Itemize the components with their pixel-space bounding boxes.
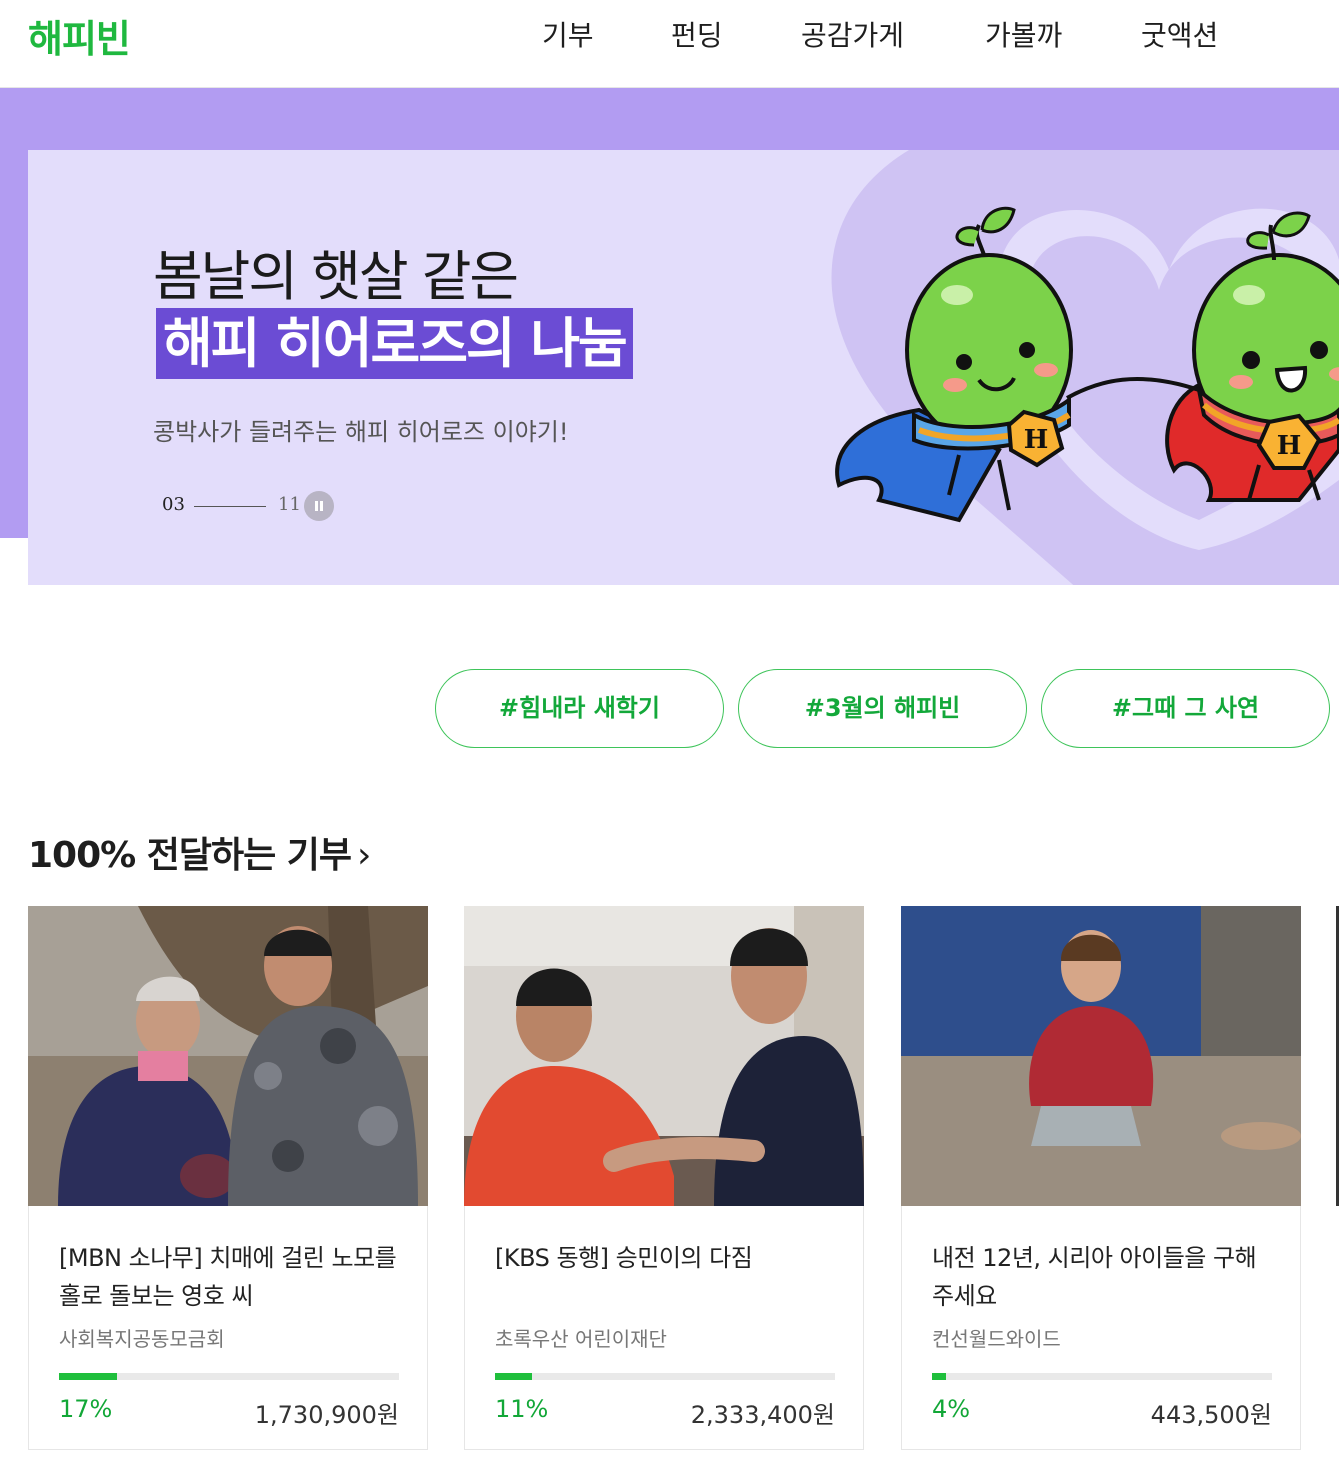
tag-button-march[interactable]: #3월의 해피빈 [738, 669, 1027, 748]
slide-current-number: 03 [162, 494, 185, 515]
card-percent: 17% [59, 1395, 113, 1423]
slide-progress-line [194, 506, 266, 507]
card-title: [KBS 동행] 승민이의 다짐 [495, 1244, 753, 1272]
progress-fill [932, 1373, 946, 1380]
slide-total-number: 11 [278, 494, 301, 515]
hero-title-line2: 해피 히어로즈의 나눔 [163, 312, 628, 375]
tag-button-new-semester[interactable]: #힘내라 새학기 [435, 669, 724, 748]
donation-card[interactable]: [KBS 동행] 승민이의 다짐 초록우산 어린이재단 11% 2,333,40… [464, 906, 864, 1450]
card-title: [MBN 소나무] 치매에 걸린 노모를 홀로 돌보는 영호 씨 [59, 1244, 397, 1310]
hero-title-line1: 봄날의 햇살 같은 [153, 245, 519, 308]
hero-subtitle: 콩박사가 들려주는 해피 히어로즈 이야기! [153, 418, 569, 446]
chevron-right-icon: › [357, 835, 371, 876]
nav-item-funding[interactable]: 펀딩 [671, 14, 723, 54]
progress-bar [932, 1373, 1272, 1380]
card-photo-syria-child [901, 906, 1301, 1206]
nav-item-good-action[interactable]: 굿액션 [1141, 14, 1218, 54]
card-title: 내전 12년, 시리아 아이들을 구해주세요 [932, 1244, 1257, 1310]
card-amount: 443,500원 [1150, 1401, 1272, 1429]
tag-button-story[interactable]: #그때 그 사연 [1041, 669, 1330, 748]
donation-card[interactable]: 내전 12년, 시리아 아이들을 구해주세요 컨선월드와이드 4% 443,50… [901, 906, 1301, 1450]
site-header: 해피빈 기부 펀딩 공감가게 가볼까 굿액션 [0, 0, 1339, 88]
progress-bar [495, 1373, 835, 1380]
hero-mascot-illustration: H H [831, 150, 1339, 585]
card-photo-seungmin [464, 906, 864, 1206]
card-organization: 사회복지공동모금회 [59, 1327, 225, 1351]
hero-title-highlight: 해피 히어로즈의 나눔 [156, 308, 633, 379]
section-title-text: 100% 전달하는 기부 [28, 835, 352, 876]
progress-bar [59, 1373, 399, 1380]
card-amount: 1,730,900원 [254, 1401, 399, 1429]
svg-text:H: H [1277, 431, 1302, 461]
card-photo-elderly-mother [28, 906, 428, 1206]
main-nav: 기부 펀딩 공감가게 가볼까 굿액션 [0, 14, 1339, 54]
progress-fill [59, 1373, 117, 1380]
card-organization: 초록우산 어린이재단 [495, 1327, 667, 1351]
nav-item-store[interactable]: 공감가게 [801, 14, 904, 54]
svg-text:H: H [1024, 425, 1049, 455]
card-percent: 11% [495, 1395, 549, 1423]
nav-item-visit[interactable]: 가볼까 [985, 14, 1062, 54]
card-organization: 컨선월드와이드 [932, 1327, 1061, 1351]
slide-pager: 03 11 [162, 490, 422, 522]
pause-icon[interactable] [304, 491, 334, 521]
nav-item-donate[interactable]: 기부 [542, 14, 594, 54]
card-percent: 4% [932, 1395, 971, 1423]
hero-banner[interactable]: H H 봄날의 햇살 같은 해피 히어로즈의 나눔 콩박사가 들려주는 해피 히… [28, 150, 1339, 585]
card-amount: 2,333,400원 [690, 1401, 835, 1429]
progress-fill [495, 1373, 533, 1380]
section-title-link[interactable]: 100% 전달하는 기부 › [28, 826, 371, 878]
donation-card[interactable]: [MBN 소나무] 치매에 걸린 노모를 홀로 돌보는 영호 씨 사회복지공동모… [28, 906, 428, 1450]
